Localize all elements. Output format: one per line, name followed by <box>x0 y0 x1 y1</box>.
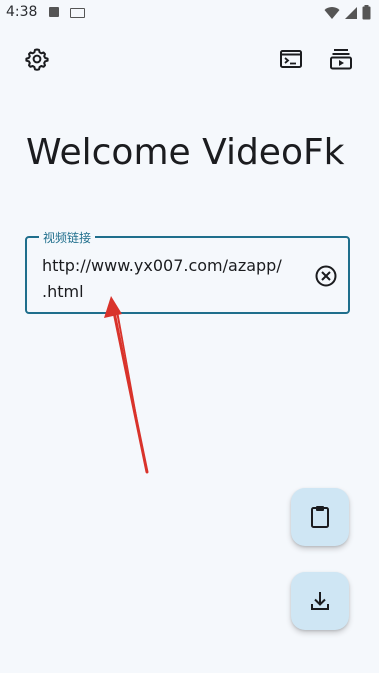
download-button[interactable] <box>291 572 349 630</box>
status-bar: 4:38 <box>0 0 379 26</box>
page-title: Welcome VideoFk <box>26 132 345 173</box>
url-field-label: 视频链接 <box>39 229 96 246</box>
download-icon <box>311 592 329 610</box>
status-time: 4:38 <box>6 4 38 20</box>
wifi-icon <box>324 6 340 19</box>
gear-icon <box>25 48 49 71</box>
queue-button[interactable] <box>327 45 355 73</box>
keyboard-icon <box>70 8 85 18</box>
notification-a-icon <box>49 7 59 17</box>
signal-icon <box>345 6 357 19</box>
terminal-icon <box>280 50 302 68</box>
url-input-value[interactable]: http://www.yx007.com/azapp/ .html <box>42 253 297 305</box>
video-url-field[interactable]: 视频链接 http://www.yx007.com/azapp/ .html <box>25 229 350 314</box>
terminal-button[interactable] <box>277 45 305 73</box>
clipboard-icon <box>311 506 329 528</box>
queue-play-icon <box>330 49 352 70</box>
clear-circle-icon[interactable] <box>314 264 338 288</box>
paste-button[interactable] <box>291 488 349 546</box>
settings-button[interactable] <box>23 45 51 73</box>
battery-icon <box>362 5 371 20</box>
